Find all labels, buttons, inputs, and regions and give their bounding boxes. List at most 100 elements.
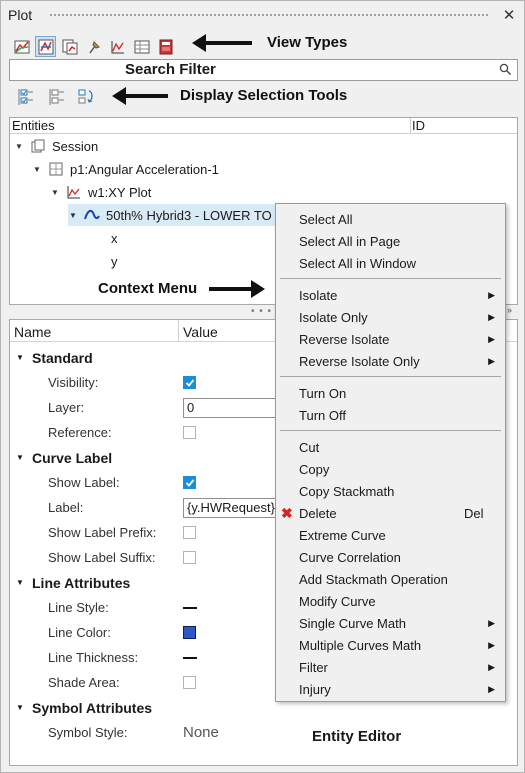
submenu-arrow-icon: ▶ xyxy=(488,617,495,628)
submenu-arrow-icon: ▶ xyxy=(488,639,495,650)
table-icon[interactable] xyxy=(131,36,152,57)
menu-item-label: Turn Off xyxy=(299,407,346,423)
select-all-icon[interactable] xyxy=(14,86,35,107)
prop-label: Show Label Prefix: xyxy=(48,525,157,540)
menu-item-curve-correlation[interactable]: Curve Correlation xyxy=(276,546,505,568)
menu-item-filter[interactable]: Filter ▶ xyxy=(276,656,505,678)
show-label-suffix-checkbox[interactable] xyxy=(183,551,196,564)
submenu-arrow-icon: ▶ xyxy=(488,311,495,322)
search-icon[interactable] xyxy=(499,63,512,79)
visibility-checkbox[interactable] xyxy=(183,376,196,389)
menu-item-single-curve-math[interactable]: Single Curve Math ▶ xyxy=(276,612,505,634)
select-none-icon[interactable] xyxy=(45,86,66,107)
xy-plot-icon[interactable] xyxy=(35,36,56,57)
menu-item-select-all-in-page[interactable]: Select All in Page xyxy=(276,230,505,252)
show-label-prefix-checkbox[interactable] xyxy=(183,526,196,539)
menu-item-injury[interactable]: Injury ▶ xyxy=(276,678,505,700)
arrow-right-icon xyxy=(209,279,266,298)
collapse-caret-icon[interactable]: ▼ xyxy=(16,353,26,362)
menu-item-label: Cut xyxy=(299,439,320,455)
line-style-swatch[interactable] xyxy=(183,607,197,609)
menu-item-label: Filter xyxy=(299,659,328,675)
pages-icon[interactable] xyxy=(59,36,80,57)
display-tools-callout: Display Selection Tools xyxy=(112,86,347,105)
collapse-caret-icon[interactable]: ▼ xyxy=(16,703,26,712)
expand-caret-icon[interactable]: ▼ xyxy=(32,165,42,174)
menu-item-extreme-curve[interactable]: Extreme Curve xyxy=(276,524,505,546)
tree-node-x[interactable]: x xyxy=(111,227,118,249)
shade-area-checkbox[interactable] xyxy=(183,676,196,689)
prop-label: Show Label Suffix: xyxy=(48,550,156,565)
menu-item-multiple-curves-math[interactable]: Multiple Curves Math ▶ xyxy=(276,634,505,656)
line-color-swatch[interactable] xyxy=(183,626,196,639)
session-icon xyxy=(30,138,46,154)
book-icon[interactable] xyxy=(155,36,176,57)
menu-item-label: Extreme Curve xyxy=(299,527,386,543)
menu-item-label: Reverse Isolate xyxy=(299,331,390,347)
collapse-caret-icon[interactable]: ▼ xyxy=(16,578,26,587)
menu-item-isolate[interactable]: Isolate ▶ xyxy=(276,284,505,306)
close-icon[interactable]: ✕ xyxy=(502,6,516,24)
menu-item-label: Isolate Only xyxy=(299,309,368,325)
column-entities[interactable]: Entities xyxy=(12,118,55,133)
expand-caret-icon[interactable]: ▼ xyxy=(68,211,78,220)
menu-item-label: Add Stackmath Operation xyxy=(299,571,448,587)
chevron-down-icon[interactable]: » xyxy=(507,305,512,315)
menu-item-delete[interactable]: ✖ Delete Del xyxy=(276,502,505,524)
group-label: Symbol Attributes xyxy=(32,699,153,716)
menu-item-turn-off[interactable]: Turn Off xyxy=(276,404,505,426)
chart-icon[interactable] xyxy=(107,36,128,57)
arrow-left-icon xyxy=(192,33,252,52)
tree-node-y[interactable]: y xyxy=(111,250,118,272)
search-input[interactable]: Search Filter xyxy=(9,59,518,81)
menu-item-isolate-only[interactable]: Isolate Only ▶ xyxy=(276,306,505,328)
view-types-toolbar xyxy=(11,36,176,57)
reference-checkbox[interactable] xyxy=(183,426,196,439)
menu-item-select-all-in-window[interactable]: Select All in Window xyxy=(276,252,505,274)
drag-grip[interactable] xyxy=(49,13,489,18)
label-field[interactable]: {y.HWRequest} xyxy=(183,497,281,518)
menu-item-copy[interactable]: Copy xyxy=(276,458,505,480)
tree-node-session[interactable]: ▼ Session xyxy=(14,135,98,157)
menu-item-turn-on[interactable]: Turn On xyxy=(276,382,505,404)
line-thickness-swatch[interactable] xyxy=(183,657,197,659)
expand-caret-icon[interactable]: ▼ xyxy=(14,142,24,151)
column-name[interactable]: Name xyxy=(14,324,51,340)
prop-symbol-style: Symbol Style: None xyxy=(10,720,517,745)
column-id[interactable]: ID xyxy=(412,118,425,133)
show-label-checkbox[interactable] xyxy=(183,476,196,489)
prop-label: Show Label: xyxy=(48,475,120,490)
menu-separator xyxy=(280,278,501,279)
prop-label: Symbol Style: xyxy=(48,725,128,740)
menu-item-select-all[interactable]: Select All xyxy=(276,208,505,230)
tree-node-window[interactable]: ▼ w1:XY Plot xyxy=(50,181,151,203)
expand-caret-icon[interactable]: ▼ xyxy=(50,188,60,197)
menu-item-copy-stackmath[interactable]: Copy Stackmath xyxy=(276,480,505,502)
delete-icon: ✖ xyxy=(281,504,293,521)
tree-node-curve[interactable]: ▼ 50th% Hybrid3 - LOWER TO xyxy=(68,204,278,226)
pin-icon[interactable] xyxy=(83,36,104,57)
entity-editor-callout: Entity Editor xyxy=(312,728,402,745)
prop-label: Visibility: xyxy=(48,375,99,390)
panel-titlebar[interactable]: Plot ✕ xyxy=(1,1,524,29)
submenu-arrow-icon: ▶ xyxy=(488,355,495,366)
context-menu-callout: Context Menu xyxy=(98,279,266,298)
menu-item-add-stackmath-operation[interactable]: Add Stackmath Operation xyxy=(276,568,505,590)
prop-label: Label: xyxy=(48,500,84,515)
tree-node-label: p1:Angular Acceleration-1 xyxy=(70,161,219,177)
column-value[interactable]: Value xyxy=(183,324,218,340)
reverse-selection-icon[interactable] xyxy=(76,86,97,107)
symbol-style-value[interactable]: None xyxy=(183,724,219,741)
plot-icon[interactable] xyxy=(11,36,32,57)
menu-item-cut[interactable]: Cut xyxy=(276,436,505,458)
collapse-caret-icon[interactable]: ▼ xyxy=(16,453,26,462)
splitter-handle[interactable]: • • • xyxy=(251,306,272,317)
menu-item-reverse-isolate[interactable]: Reverse Isolate ▶ xyxy=(276,328,505,350)
menu-item-label: Injury xyxy=(299,681,331,697)
context-menu-callout-text: Context Menu xyxy=(98,280,198,297)
tree-node-page[interactable]: ▼ p1:Angular Acceleration-1 xyxy=(32,158,219,180)
menu-item-label: Modify Curve xyxy=(299,593,376,609)
menu-item-modify-curve[interactable]: Modify Curve xyxy=(276,590,505,612)
menu-item-reverse-isolate-only[interactable]: Reverse Isolate Only ▶ xyxy=(276,350,505,372)
submenu-arrow-icon: ▶ xyxy=(488,683,495,694)
